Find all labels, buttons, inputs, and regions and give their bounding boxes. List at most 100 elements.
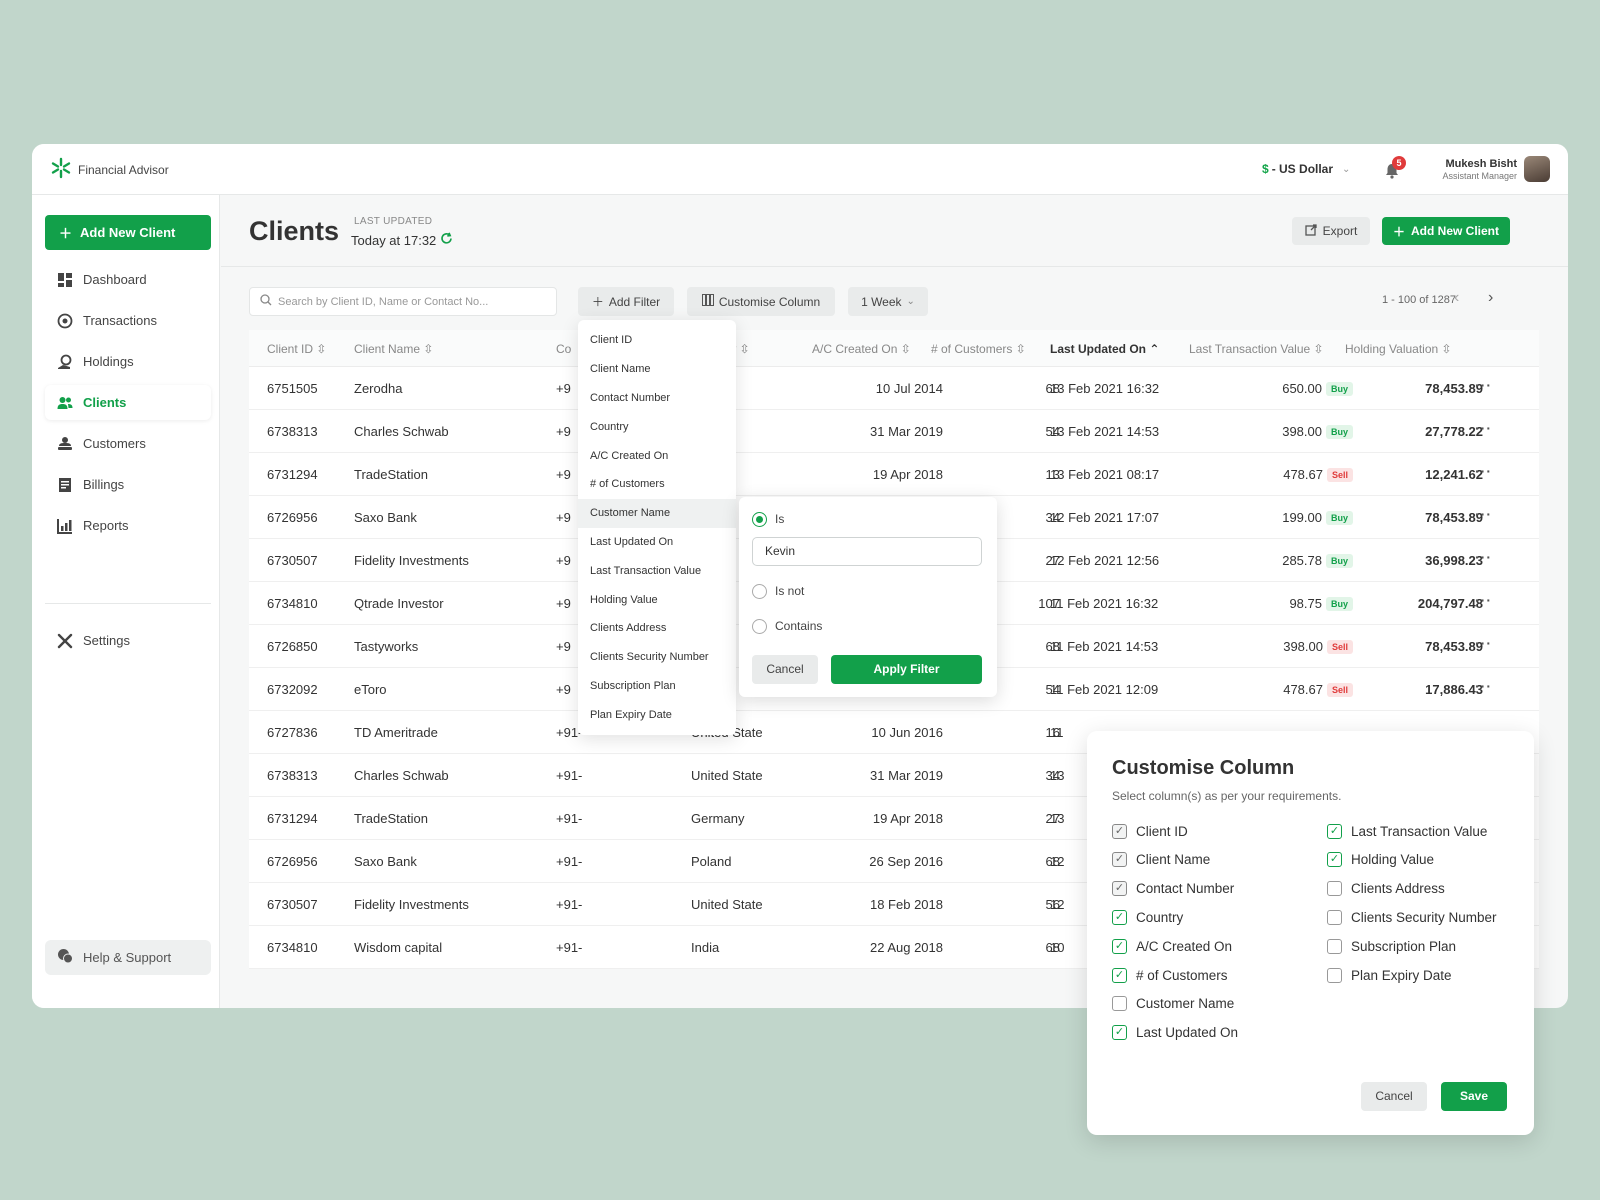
column-option[interactable]: ✓ Last Updated On bbox=[1112, 1023, 1238, 1043]
filter-menu-item[interactable]: Last Transaction Value bbox=[578, 556, 736, 585]
period-select[interactable]: 1 Week ⌄ bbox=[848, 287, 928, 316]
filter-menu-item[interactable]: Clients Security Number bbox=[578, 643, 736, 672]
add-filter-button[interactable]: ＋ Add Filter bbox=[578, 287, 674, 316]
more-options-icon[interactable]: ··· bbox=[1475, 463, 1492, 479]
th-contact[interactable]: Co bbox=[556, 342, 571, 356]
th-customers[interactable]: # of Customers ⇳ bbox=[931, 342, 1026, 356]
dashboard-icon bbox=[57, 272, 73, 288]
column-option[interactable]: Customer Name bbox=[1112, 994, 1234, 1014]
checkbox-icon[interactable]: ✓ bbox=[1327, 852, 1342, 868]
filter-menu-item[interactable]: Clients Address bbox=[578, 614, 736, 643]
filter-menu-item[interactable]: Client ID bbox=[578, 326, 736, 355]
th-client-name[interactable]: Client Name ⇳ bbox=[354, 342, 433, 356]
filter-menu-item[interactable]: Plan Expiry Date bbox=[578, 700, 736, 729]
column-option[interactable]: Plan Expiry Date bbox=[1327, 965, 1452, 985]
more-options-icon[interactable]: ··· bbox=[1475, 635, 1492, 651]
filter-menu-item[interactable]: Country bbox=[578, 412, 736, 441]
checkbox-icon[interactable] bbox=[1327, 938, 1342, 954]
checkbox-icon[interactable] bbox=[1112, 996, 1127, 1012]
filter-menu-item[interactable]: Client Name bbox=[578, 355, 736, 384]
column-option[interactable]: Clients Security Number bbox=[1327, 907, 1497, 927]
filter-menu-item[interactable]: Last Updated On bbox=[578, 528, 736, 557]
search-input[interactable]: Search by Client ID, Name or Contact No.… bbox=[249, 287, 557, 316]
sidebar-item-billings[interactable]: Billings bbox=[45, 467, 211, 502]
user-info[interactable]: Mukesh Bisht Assistant Manager bbox=[1422, 158, 1517, 181]
column-option[interactable]: ✓ Country bbox=[1112, 907, 1183, 927]
add-filter-label: Add Filter bbox=[608, 294, 661, 309]
checkbox-icon[interactable]: ✓ bbox=[1112, 881, 1127, 897]
column-option[interactable]: ✓ Client Name bbox=[1112, 850, 1210, 870]
table-row[interactable]: 6738313Charles Schwab+9d State31 Mar 201… bbox=[249, 410, 1539, 453]
more-options-icon[interactable]: ··· bbox=[1475, 592, 1492, 608]
th-holding[interactable]: Holding Valuation ⇳ bbox=[1345, 342, 1452, 356]
avatar[interactable] bbox=[1524, 156, 1550, 182]
checkbox-icon[interactable]: ✓ bbox=[1112, 938, 1127, 954]
column-option[interactable]: ✓ Last Transaction Value bbox=[1327, 821, 1487, 841]
table-row[interactable]: 6731294TradeStation+9nany19 Apr 20181313… bbox=[249, 453, 1539, 496]
more-options-icon[interactable]: ··· bbox=[1475, 678, 1492, 694]
cell-client-id: 6730507 bbox=[267, 897, 318, 912]
prev-page-icon[interactable]: ‹ bbox=[1454, 289, 1459, 307]
checkbox-icon[interactable]: ✓ bbox=[1112, 967, 1127, 983]
sidebar-item-settings[interactable]: Settings bbox=[45, 623, 211, 658]
refresh-icon[interactable] bbox=[440, 232, 453, 248]
export-button[interactable]: Export bbox=[1292, 217, 1370, 245]
cell-client-name: Tastyworks bbox=[354, 639, 419, 654]
notifications-button[interactable]: 5 bbox=[1383, 156, 1406, 180]
column-option[interactable]: ✓ Client ID bbox=[1112, 821, 1188, 841]
column-option[interactable]: Clients Address bbox=[1327, 879, 1445, 899]
filter-menu-item[interactable]: A/C Created On bbox=[578, 441, 736, 470]
checkbox-icon[interactable] bbox=[1327, 909, 1342, 925]
filter-menu-item[interactable]: Customer Name bbox=[578, 498, 736, 528]
radio-contains[interactable] bbox=[752, 619, 767, 634]
add-new-client-header-button[interactable]: ＋ Add New Client bbox=[1382, 217, 1510, 245]
more-options-icon[interactable]: ··· bbox=[1475, 377, 1492, 393]
checkbox-icon[interactable]: ✓ bbox=[1112, 1025, 1127, 1041]
radio-is-not[interactable] bbox=[752, 584, 767, 599]
filter-menu-item[interactable]: Holding Value bbox=[578, 585, 736, 614]
more-options-icon[interactable]: ··· bbox=[1475, 420, 1492, 436]
filter-value-input[interactable]: Kevin bbox=[752, 537, 982, 566]
checkbox-icon[interactable] bbox=[1327, 881, 1342, 897]
filter-menu-item[interactable]: Subscription Plan bbox=[578, 672, 736, 701]
brand[interactable]: Financial Advisor bbox=[50, 157, 169, 182]
cell-contact: +9 bbox=[556, 596, 571, 611]
th-created[interactable]: A/C Created On ⇳ bbox=[812, 342, 911, 356]
currency-selector[interactable]: $ - US Dollar ⌄ bbox=[1262, 162, 1350, 176]
sidebar-item-dashboard[interactable]: Dashboard bbox=[45, 262, 211, 297]
sidebar-item-transactions[interactable]: Transactions bbox=[45, 303, 211, 338]
customise-cancel-button[interactable]: Cancel bbox=[1361, 1082, 1427, 1111]
radio-is[interactable] bbox=[752, 512, 767, 527]
column-option[interactable]: ✓ A/C Created On bbox=[1112, 936, 1232, 956]
help-support-button[interactable]: Help & Support bbox=[45, 940, 211, 975]
column-option[interactable]: ✓ Holding Value bbox=[1327, 850, 1434, 870]
checkbox-icon[interactable]: ✓ bbox=[1112, 909, 1127, 925]
filter-menu-item[interactable]: # of Customers bbox=[578, 470, 736, 499]
apply-filter-button[interactable]: Apply Filter bbox=[831, 655, 982, 684]
filter-menu-item[interactable]: Contact Number bbox=[578, 384, 736, 413]
table-row[interactable]: 6751505 Zerodha +9 10 Jul 2014 68 13 Feb 2021… bbox=[249, 367, 1539, 410]
checkbox-icon[interactable] bbox=[1327, 967, 1342, 983]
customise-column-button[interactable]: Customise Column bbox=[687, 287, 835, 316]
more-options-icon[interactable]: ··· bbox=[1475, 506, 1492, 522]
th-last-transaction[interactable]: Last Transaction Value ⇳ bbox=[1189, 342, 1324, 356]
customise-save-button[interactable]: Save bbox=[1441, 1082, 1507, 1111]
next-page-icon[interactable]: › bbox=[1488, 289, 1493, 307]
sidebar-item-clients[interactable]: Clients bbox=[45, 385, 211, 420]
th-client-id[interactable]: Client ID ⇳ bbox=[267, 342, 326, 356]
add-new-client-button[interactable]: ＋ Add New Client bbox=[45, 215, 211, 250]
sidebar-item-holdings[interactable]: Holdings bbox=[45, 344, 211, 379]
column-option[interactable]: Subscription Plan bbox=[1327, 936, 1456, 956]
sidebar-item-customers[interactable]: Customers bbox=[45, 426, 211, 461]
sidebar-item-reports[interactable]: Reports bbox=[45, 508, 211, 543]
th-last-updated[interactable]: Last Updated On ⌃ bbox=[1050, 342, 1159, 356]
column-option[interactable]: ✓ # of Customers bbox=[1112, 965, 1228, 985]
cell-client-id: 6734810 bbox=[267, 596, 318, 611]
more-options-icon[interactable]: ··· bbox=[1475, 549, 1492, 565]
checkbox-icon[interactable]: ✓ bbox=[1327, 823, 1342, 839]
column-option[interactable]: ✓ Contact Number bbox=[1112, 879, 1234, 899]
help-support-label: Help & Support bbox=[83, 950, 172, 965]
filter-cancel-button[interactable]: Cancel bbox=[752, 655, 818, 684]
checkbox-icon[interactable]: ✓ bbox=[1112, 823, 1127, 839]
checkbox-icon[interactable]: ✓ bbox=[1112, 852, 1127, 868]
